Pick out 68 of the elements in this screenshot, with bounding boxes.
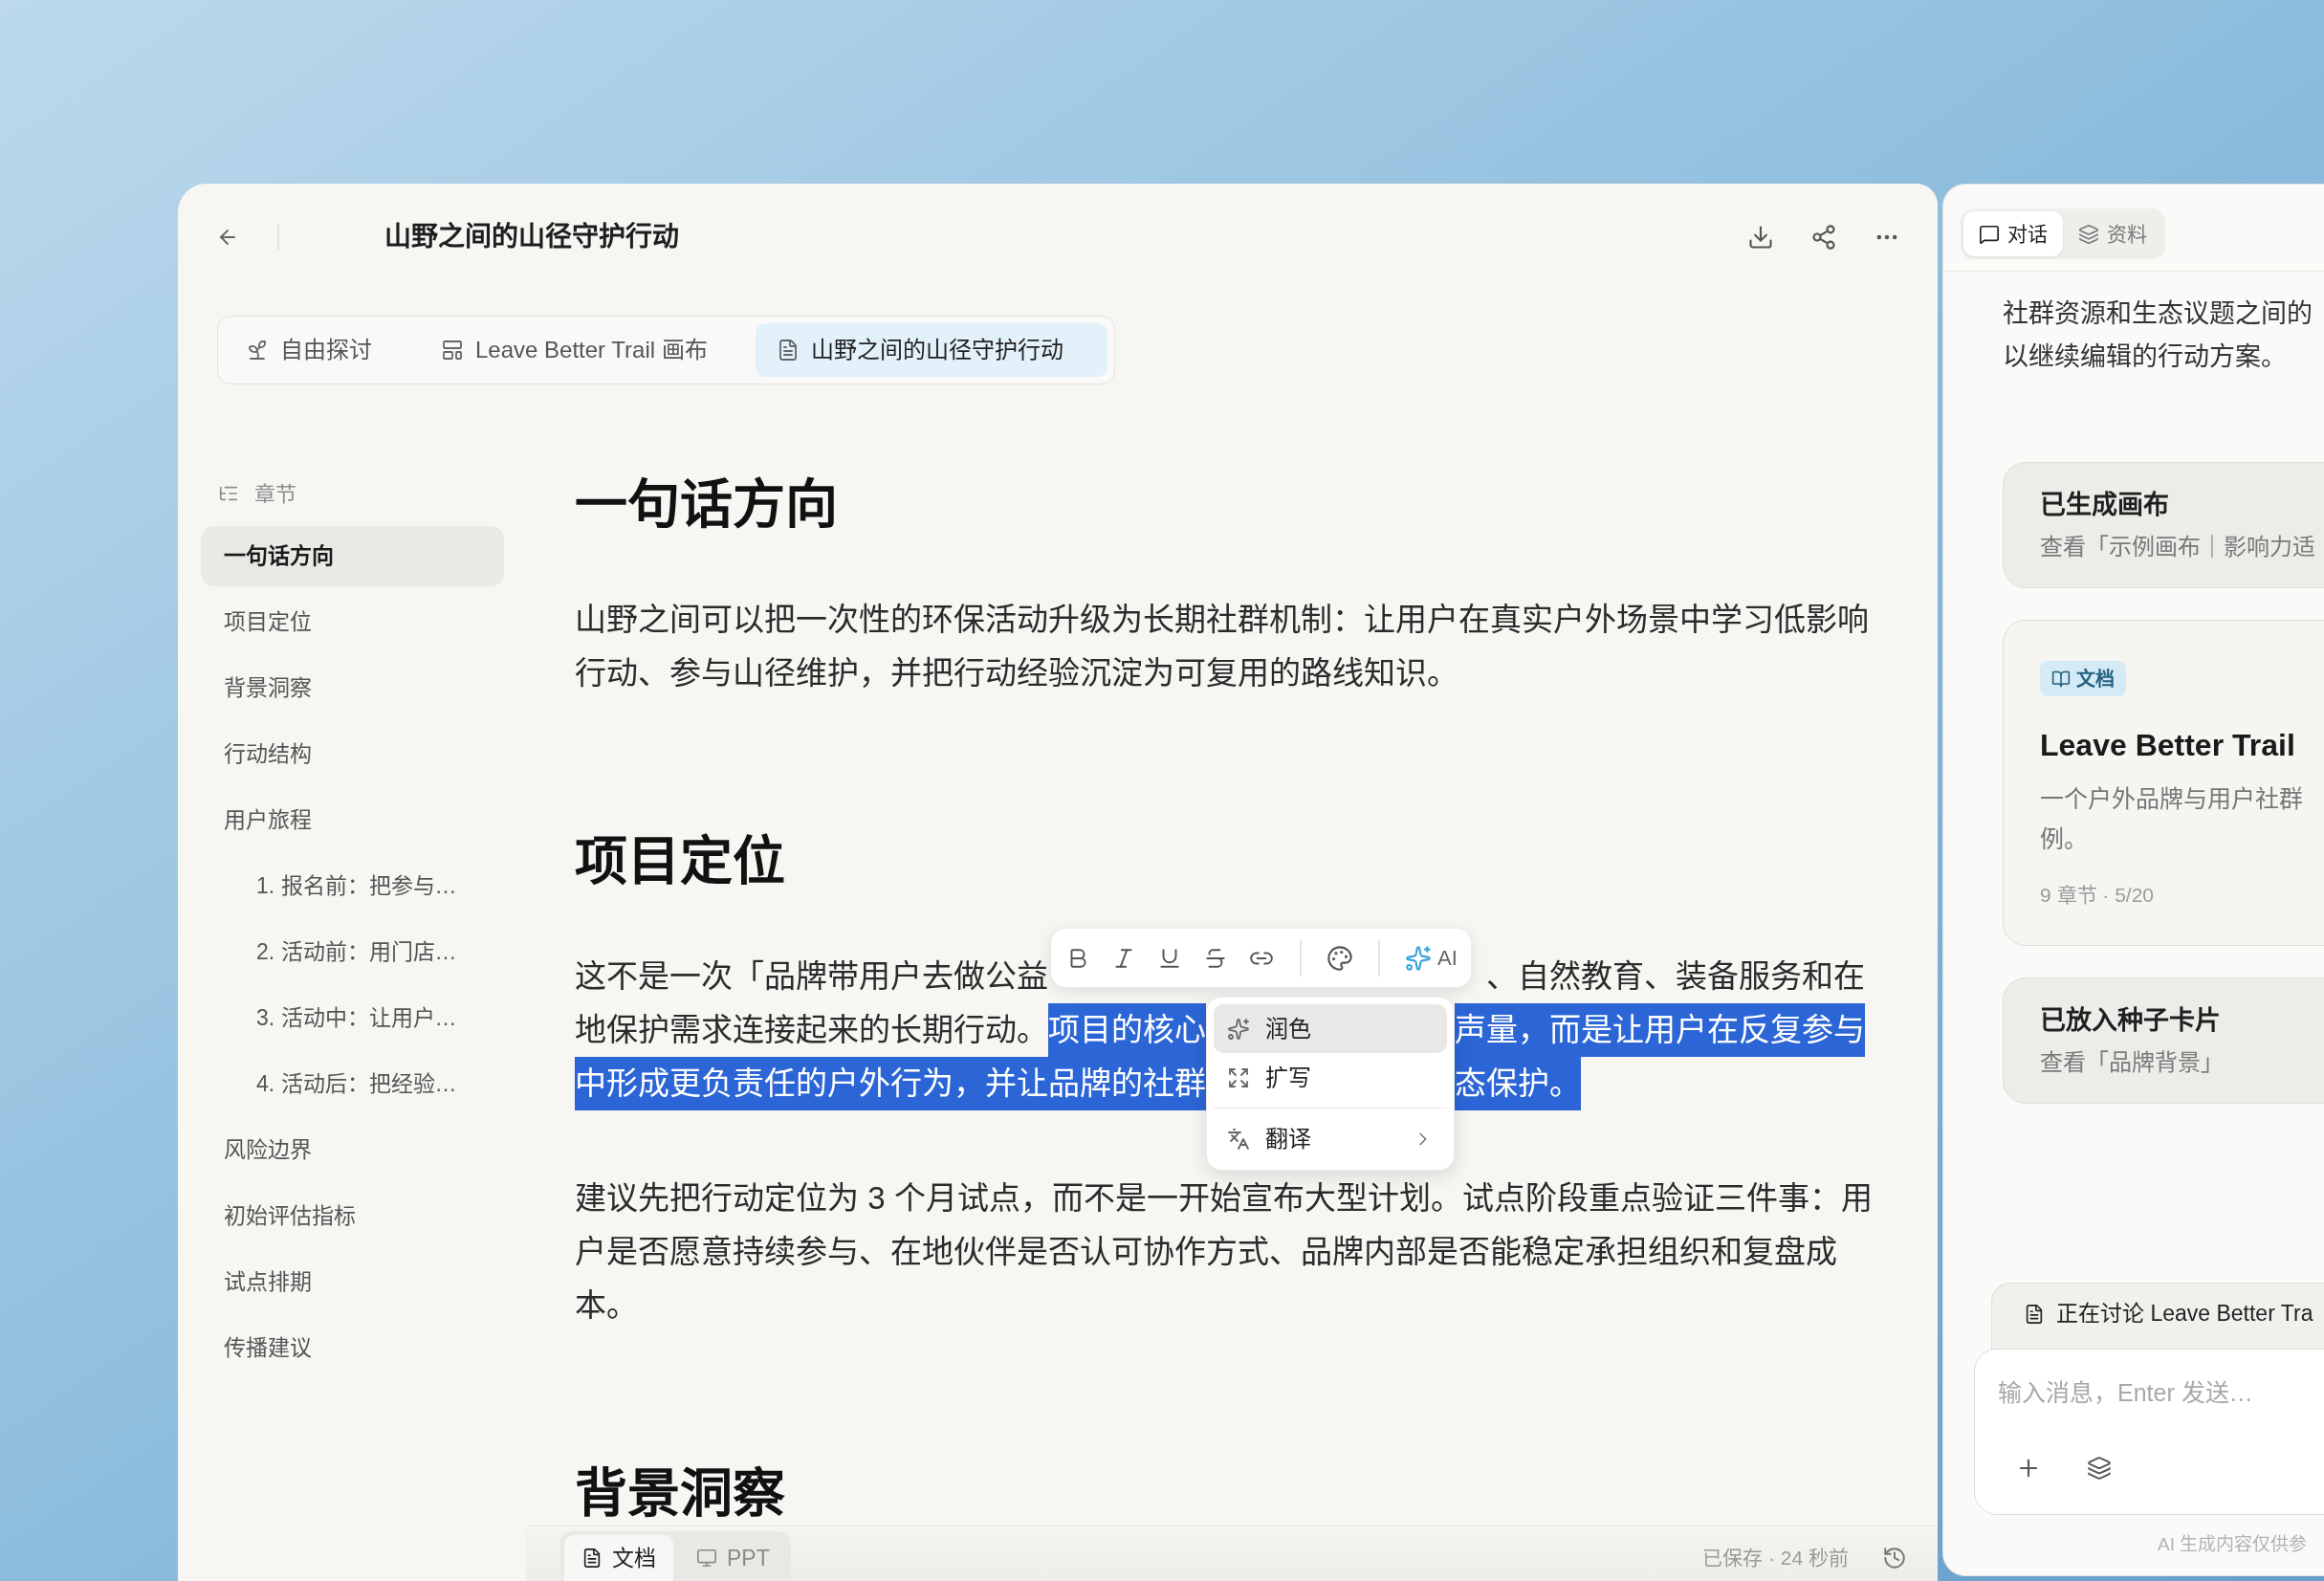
outline-item[interactable]: 4. 活动后：把经验… xyxy=(201,1054,504,1114)
message-input[interactable]: 输入消息，Enter 发送… xyxy=(1998,1376,2285,1411)
paragraph-text: 建议先把行动定位为 3 个月试点，而不是一开始宣布大型计划。试点阶段重点验证三件事：用 户是否愿意持续参与、在地伙伴是否认可协作方式、品牌内部是否能稳定承担组织和复盘成 本。 xyxy=(575,1179,1873,1325)
menu-item[interactable]: 润色 xyxy=(1214,1004,1447,1053)
monitor-icon xyxy=(696,1548,717,1569)
section-heading: 背景洞察 xyxy=(575,1462,785,1524)
paragraph-text: 地保护需求连接起来的长期行动。 xyxy=(575,1011,1048,1049)
context-label: 正在讨论 Leave Better Tra xyxy=(2056,1300,2313,1328)
outline-title: 章节 xyxy=(254,480,296,508)
layout-icon xyxy=(441,339,464,362)
paragraph-text: 、自然教育、装备服务和在 xyxy=(1486,957,1865,996)
disclaimer-text: AI 生成内容仅供参 xyxy=(2158,1533,2308,1557)
translate-icon xyxy=(1227,1127,1250,1151)
document-icon xyxy=(2024,1303,2045,1325)
selected-text: 声量，而是让用户在反复参与 xyxy=(1455,1003,1865,1057)
outline-item[interactable]: 一句话方向 xyxy=(201,526,504,586)
card-title: 已生成画布 xyxy=(2040,490,2169,521)
card-meta: 9 章节 · 5/20 xyxy=(2040,883,2155,908)
expand-icon xyxy=(1227,1065,1250,1089)
notice-card[interactable]: 已生成画布 查看「示例画布｜影响力适 xyxy=(2003,462,2324,588)
outline-item[interactable]: 1. 报名前：把参与… xyxy=(201,856,504,916)
outline-item[interactable]: 背景洞察 xyxy=(201,658,504,718)
paragraph-text: 这不是一次「品牌带用户去做公益 xyxy=(575,957,1048,996)
chat-bubble-icon xyxy=(1979,223,2000,245)
layers-icon[interactable] xyxy=(2087,1456,2112,1481)
document-card[interactable]: 文档 Leave Better Trail 一个户外品牌与用户社群 例。 9 章节 · 5/20 xyxy=(2003,620,2324,946)
context-chip[interactable]: 正在讨论 Leave Better Tra xyxy=(1991,1283,2324,1351)
document-icon xyxy=(581,1548,603,1569)
sprout-icon xyxy=(246,339,269,362)
selected-text: 态保护。 xyxy=(1455,1057,1581,1110)
outline-item[interactable]: 传播建议 xyxy=(201,1318,504,1378)
paragraph-text: 山野之间可以把一次性的环保活动升级为长期社群机制：让用户在真实户外场景中学习低影响 行动、参与山径维护，并把行动经验沉淀为可复用的路线知识。 xyxy=(575,601,1869,692)
section-heading: 项目定位 xyxy=(575,830,785,891)
card-subtitle: 查看「品牌背景」 xyxy=(2040,1048,2224,1077)
sparkle-icon xyxy=(1405,944,1432,972)
outline-item[interactable]: 试点排期 xyxy=(201,1252,504,1312)
share-icon[interactable] xyxy=(1810,224,1837,251)
outline-item[interactable]: 项目定位 xyxy=(201,592,504,652)
sparkle-icon xyxy=(1227,1017,1250,1041)
card-description: 一个户外品牌与用户社群 例。 xyxy=(2040,784,2303,854)
panel-tab[interactable]: 对话 xyxy=(1963,211,2063,256)
outline-item[interactable]: 风险边界 xyxy=(201,1120,504,1180)
save-status: 已保存 · 24 秒前 xyxy=(1702,1545,1849,1570)
badge-label: 文档 xyxy=(2076,667,2115,692)
ai-button[interactable]: AI xyxy=(1399,938,1463,977)
outline-item[interactable]: 3. 活动中：让用户… xyxy=(201,988,504,1048)
palette-icon[interactable] xyxy=(1326,944,1353,972)
view-tab[interactable]: 山野之间的山径守护行动 xyxy=(755,323,1107,377)
outline-item[interactable]: 初始评估指标 xyxy=(201,1186,504,1246)
notice-card[interactable]: 已放入种子卡片 查看「品牌背景」 xyxy=(2003,977,2324,1104)
card-subtitle: 查看「示例画布｜影响力适 xyxy=(2040,533,2315,561)
view-tab[interactable]: Leave Better Trail 画布 xyxy=(420,323,752,377)
selected-text: 项目的核心 xyxy=(1048,1003,1206,1057)
card-title: 已放入种子卡片 xyxy=(2040,1005,2221,1037)
book-icon xyxy=(2051,669,2071,689)
chat-message: 社群资源和生态议题之间的 以继续编辑的行动方案。 xyxy=(2003,298,2313,373)
outline-item[interactable]: 行动结构 xyxy=(201,724,504,784)
download-icon[interactable] xyxy=(1747,224,1774,251)
layers-icon xyxy=(2078,223,2099,245)
card-title: Leave Better Trail xyxy=(2040,727,2295,764)
outline-item[interactable]: 用户旅程 xyxy=(201,790,504,850)
document-title: 山野之间的山径守护行动 xyxy=(384,221,679,253)
section-heading: 一句话方向 xyxy=(575,473,838,535)
view-tab[interactable]: 自由探讨 xyxy=(225,323,416,377)
panel-tab[interactable]: 资料 xyxy=(2063,211,2162,256)
mode-tab[interactable]: 文档 xyxy=(564,1535,673,1581)
selected-text: 中形成更负责任的户外行为，并让品牌的社群 xyxy=(575,1057,1206,1110)
outline-item[interactable]: 2. 活动前：用门店… xyxy=(201,922,504,982)
